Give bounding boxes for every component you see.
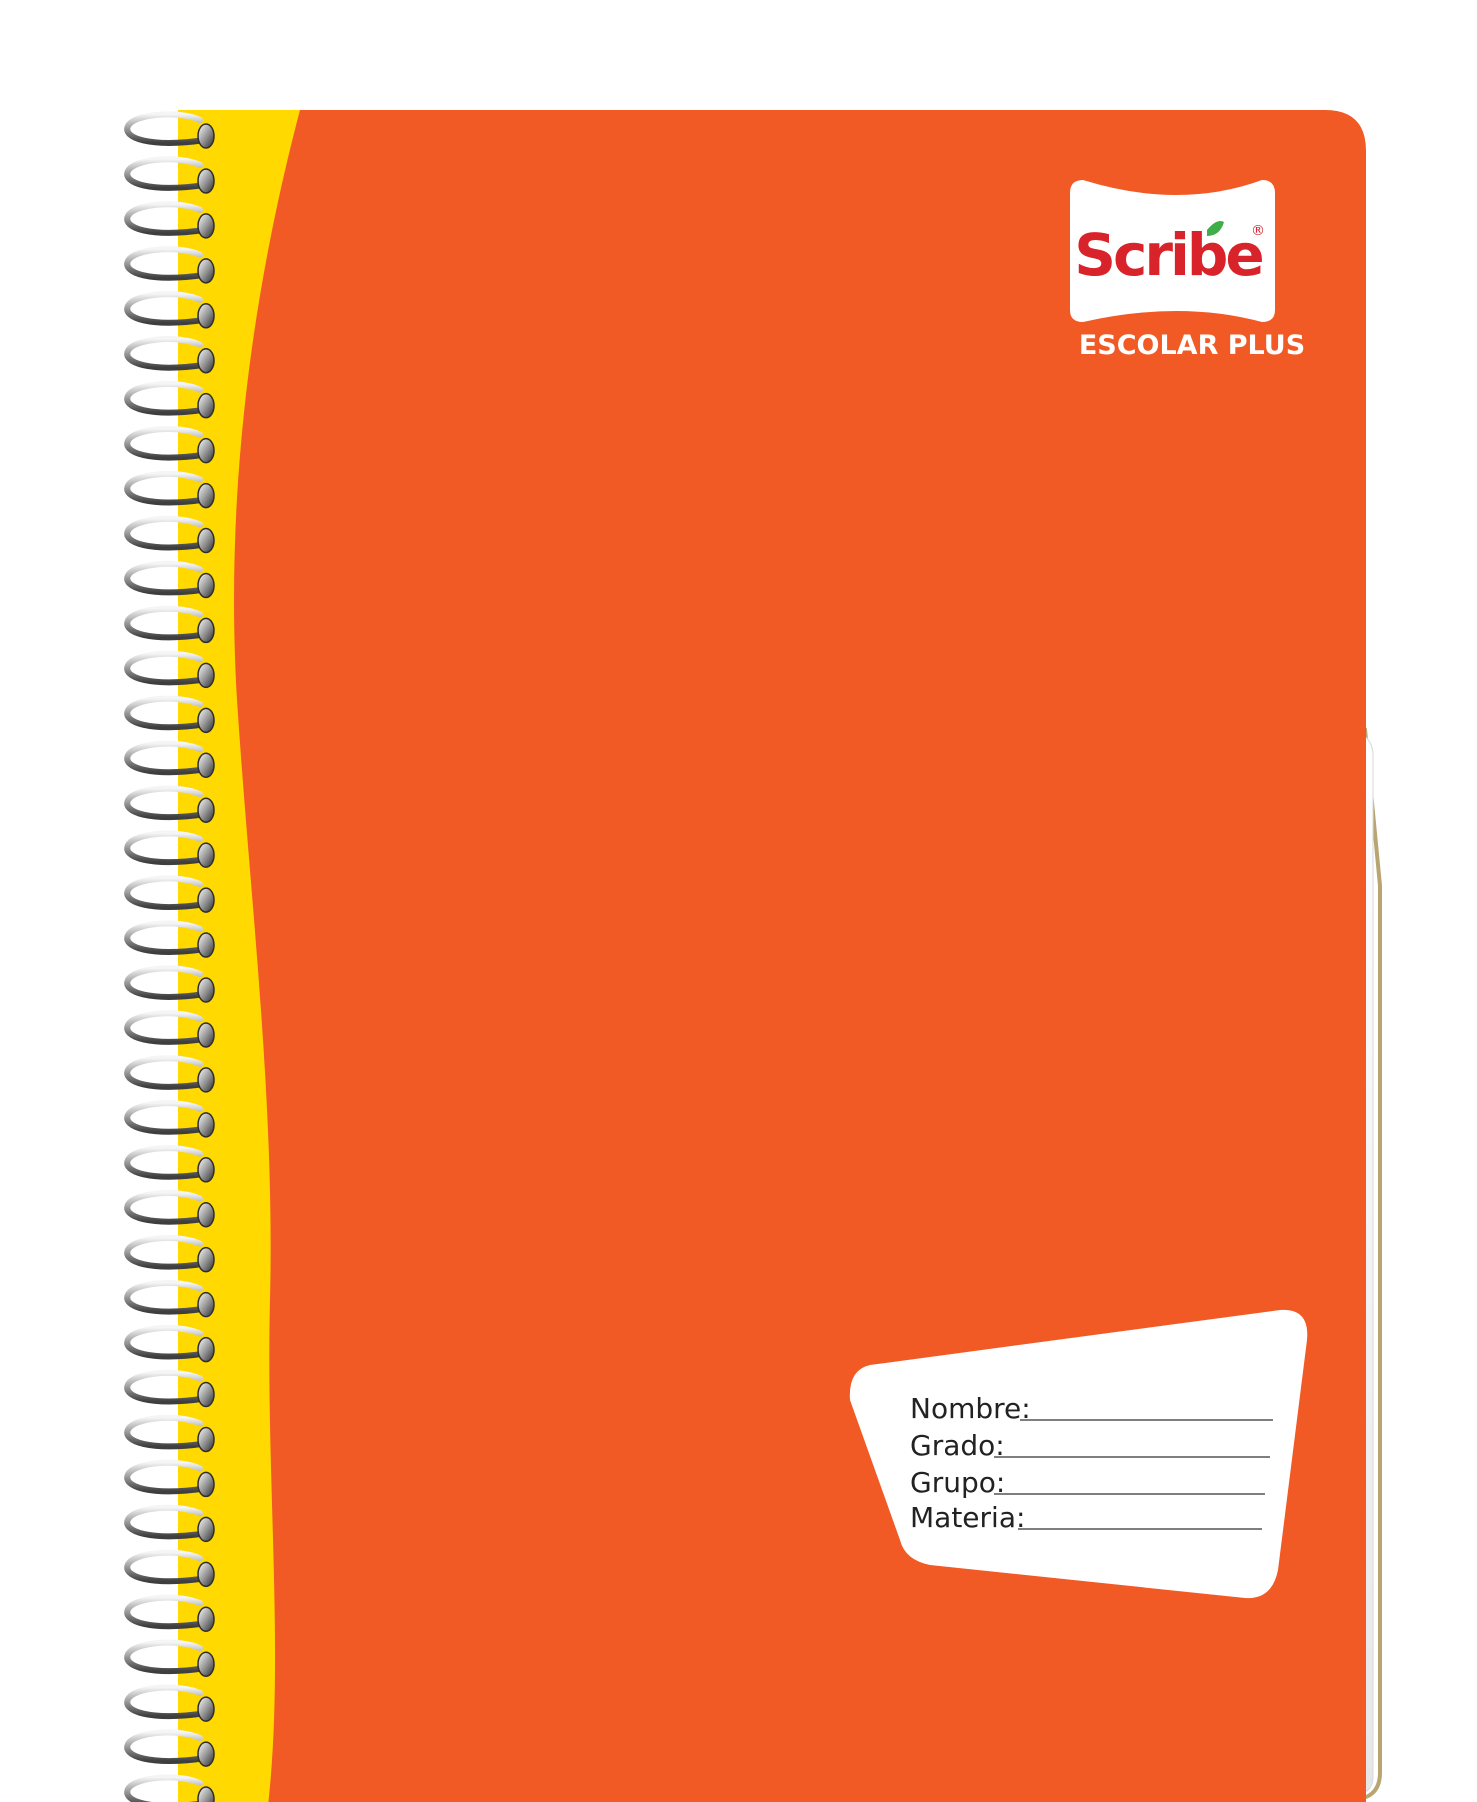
spiral-coil	[124, 1324, 215, 1363]
spiral-coil	[124, 1279, 215, 1318]
field-nombre-label: Nombre:	[910, 1392, 1031, 1425]
spiral-coil	[124, 965, 215, 1003]
binding-hole	[197, 1336, 215, 1363]
binding-hole	[197, 1022, 215, 1048]
binding-hole	[197, 1471, 215, 1498]
spiral-coil	[124, 1100, 215, 1138]
binding-hole	[197, 707, 215, 734]
registered-mark: ®	[1251, 223, 1265, 239]
spiral-coil	[124, 1684, 215, 1722]
spiral-coil	[124, 560, 215, 599]
spiral-coil	[124, 1729, 215, 1767]
binding-hole	[197, 977, 215, 1003]
binding-hole	[197, 842, 215, 868]
binding-hole	[197, 662, 215, 689]
spiral-coil	[124, 156, 215, 194]
spiral-coil	[124, 920, 215, 958]
spiral-coil	[124, 695, 215, 734]
field-grupo-label: Grupo:	[910, 1466, 1005, 1499]
spiral-coil	[124, 1369, 215, 1408]
spiral-coil	[124, 830, 215, 868]
binding-hole	[197, 572, 215, 599]
binding-hole	[197, 1651, 215, 1677]
binding-hole	[197, 1516, 215, 1543]
binding-hole	[197, 1696, 215, 1722]
notebook-svg: Scribe ® ESCOLAR PLUS Nombre: Grado: Gru…	[124, 110, 1382, 1802]
spiral-coil	[124, 1639, 215, 1677]
spiral-coil	[124, 1145, 215, 1183]
spiral-coil	[124, 201, 215, 239]
binding-hole	[197, 1786, 215, 1802]
spiral-coil	[124, 515, 215, 554]
binding-hole	[197, 1381, 215, 1408]
binding-hole	[197, 303, 215, 329]
brand-name: Scribe	[1074, 221, 1262, 289]
spiral-coil	[124, 336, 215, 374]
spiral-coil	[124, 1010, 215, 1048]
binding-hole	[197, 887, 215, 913]
binding-hole	[197, 932, 215, 958]
binding-hole	[197, 617, 215, 644]
spiral-coil	[124, 1459, 215, 1498]
binding-hole	[197, 1112, 215, 1138]
spiral-coil	[124, 1594, 215, 1633]
binding-hole	[197, 1201, 215, 1228]
binding-hole	[197, 1291, 215, 1318]
spiral-coil	[124, 1414, 215, 1453]
binding-hole	[197, 258, 215, 284]
binding-hole	[197, 123, 215, 149]
spiral-coil	[124, 1190, 215, 1228]
spiral-coil	[124, 650, 215, 689]
binding-hole	[197, 1606, 215, 1633]
product-line: ESCOLAR PLUS	[1079, 330, 1305, 361]
binding-hole	[197, 1157, 215, 1183]
brand-logo: Scribe ® ESCOLAR PLUS	[1070, 180, 1305, 361]
spiral-coil	[124, 1055, 215, 1093]
spiral-coil	[124, 785, 215, 823]
spiral-coil	[124, 1504, 215, 1543]
spiral-coil	[124, 470, 215, 509]
binding-hole	[197, 752, 215, 779]
binding-hole	[197, 527, 215, 554]
binding-hole	[197, 347, 215, 374]
spiral-coil	[124, 381, 215, 419]
spiral-coil	[124, 875, 215, 913]
spiral-coil	[124, 425, 215, 464]
field-grado-label: Grado:	[910, 1429, 1005, 1462]
binding-hole	[197, 213, 215, 239]
field-materia-label: Materia:	[910, 1501, 1025, 1534]
spiral-coil	[124, 740, 215, 779]
binding-hole	[197, 1067, 215, 1093]
binding-hole	[197, 1561, 215, 1588]
spiral-coil	[124, 291, 215, 329]
spiral-coil	[124, 605, 215, 644]
binding-hole	[197, 1246, 215, 1273]
spiral-coil	[124, 1549, 215, 1588]
spiral-coil	[124, 1235, 215, 1273]
binding-hole	[197, 482, 215, 509]
binding-hole	[197, 797, 215, 823]
binding-hole	[197, 437, 215, 464]
binding-hole	[197, 1741, 215, 1767]
spiral-coil	[124, 111, 215, 149]
spiral-coil	[124, 1774, 215, 1802]
binding-hole	[197, 1426, 215, 1453]
binding-hole	[197, 392, 215, 419]
spiral-coil	[124, 246, 215, 284]
notebook-product-image: Scribe ® ESCOLAR PLUS Nombre: Grado: Gru…	[0, 0, 1477, 1802]
binding-hole	[197, 168, 215, 194]
